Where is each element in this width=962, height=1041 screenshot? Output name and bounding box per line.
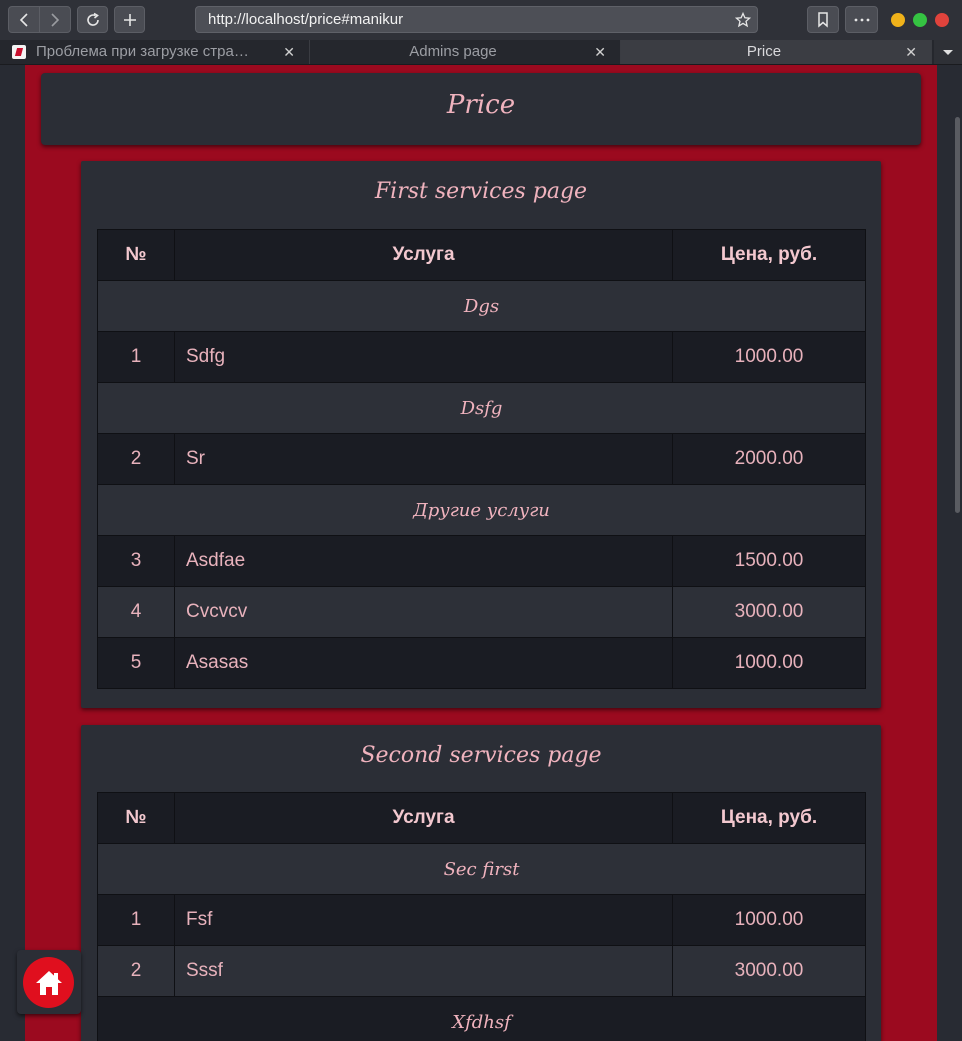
tab-close-icon[interactable]: ✕: [283, 40, 295, 64]
service-price: 1500.00: [672, 535, 866, 587]
tab-close-icon[interactable]: ✕: [905, 40, 917, 64]
category-row: Xfdhsf: [97, 996, 866, 1041]
service-name: Sssf: [174, 945, 673, 997]
table-row: 5 Asasas 1000.00: [97, 637, 866, 689]
row-number: 2: [97, 945, 175, 997]
table-row: 2 Sr 2000.00: [97, 433, 866, 485]
section-title: First services page: [374, 179, 588, 204]
row-number: 3: [97, 535, 175, 587]
forward-button[interactable]: [39, 6, 71, 33]
table-row: 4 Cvcvcv 3000.00: [97, 586, 866, 638]
category-row: Sec first: [97, 843, 866, 895]
home-button[interactable]: [17, 950, 81, 1014]
home-button-circle[interactable]: [23, 957, 74, 1008]
table-row: 2 Sssf 3000.00: [97, 945, 866, 997]
category-row: Dgs: [97, 280, 866, 332]
more-dots-icon: [854, 18, 869, 21]
new-tab-button[interactable]: [114, 6, 145, 33]
category-title: Xfdhsf: [97, 996, 866, 1041]
site-favicon-icon: [12, 45, 26, 59]
url-text: http://localhost/price#manikur: [208, 11, 404, 28]
table-row: 1 Sdfg 1000.00: [97, 331, 866, 383]
window-close-button[interactable]: [935, 13, 949, 27]
page-viewport: Price First services page № Услуга Цена,…: [0, 65, 962, 1041]
price-table: № Услуга Цена, руб. Dgs 1 Sdfg 1000.00 D…: [97, 229, 866, 689]
services-section-second: Second services page № Услуга Цена, руб.…: [81, 725, 881, 1041]
service-name: Fsf: [174, 894, 673, 946]
service-name: Asdfae: [174, 535, 673, 587]
row-number: 2: [97, 433, 175, 485]
service-name: Sdfg: [174, 331, 673, 383]
services-section-first: First services page № Услуга Цена, руб. …: [81, 161, 881, 708]
category-title: Dgs: [97, 280, 866, 332]
table-row: 1 Fsf 1000.00: [97, 894, 866, 946]
table-header-row: № Услуга Цена, руб.: [97, 229, 866, 281]
tab-strip: Проблема при загрузке стра… ✕ Admins pag…: [0, 40, 962, 65]
home-icon: [35, 970, 62, 995]
menu-button[interactable]: [845, 6, 878, 33]
category-row: Dsfg: [97, 382, 866, 434]
page-title: Price: [446, 90, 516, 120]
browser-toolbar: http://localhost/price#manikur: [0, 0, 962, 41]
tab-label: Price: [746, 43, 782, 60]
service-price: 3000.00: [672, 586, 866, 638]
plus-icon: [123, 13, 136, 26]
category-title: Другие услуги: [97, 484, 866, 536]
category-title: Dsfg: [97, 382, 866, 434]
scrollbar[interactable]: [955, 117, 960, 513]
row-number: 4: [97, 586, 175, 638]
window-minimize-button[interactable]: [891, 13, 905, 27]
tab-admins-page[interactable]: Admins page ✕: [310, 40, 621, 64]
service-name: Asasas: [174, 637, 673, 689]
column-header-service: Услуга: [174, 229, 673, 281]
tab-price[interactable]: Price ✕: [621, 40, 932, 64]
service-price: 1000.00: [672, 331, 866, 383]
chevron-right-icon: [51, 12, 60, 27]
table-header-row: № Услуга Цена, руб.: [97, 792, 866, 844]
column-header-number: №: [97, 792, 175, 844]
row-number: 1: [97, 331, 175, 383]
row-number: 5: [97, 637, 175, 689]
bookmark-star-icon[interactable]: [734, 11, 752, 36]
column-header-price: Цена, руб.: [672, 792, 866, 844]
reload-button[interactable]: [77, 6, 108, 33]
table-row: 3 Asdfae 1500.00: [97, 535, 866, 587]
service-name: Cvcvcv: [174, 586, 673, 638]
service-name: Sr: [174, 433, 673, 485]
address-bar[interactable]: http://localhost/price#manikur: [195, 6, 758, 33]
reload-icon: [86, 12, 99, 26]
tab-close-icon[interactable]: ✕: [594, 40, 606, 64]
category-title: Sec first: [97, 843, 866, 895]
back-button[interactable]: [8, 6, 40, 33]
service-price: 3000.00: [672, 945, 866, 997]
tab-list-dropdown[interactable]: [934, 40, 962, 64]
price-table: № Услуга Цена, руб. Sec first 1 Fsf 1000…: [97, 792, 866, 1041]
service-price: 1000.00: [672, 637, 866, 689]
column-header-price: Цена, руб.: [672, 229, 866, 281]
tab-error-page[interactable]: Проблема при загрузке стра… ✕: [0, 40, 310, 64]
chevron-left-icon: [19, 12, 28, 27]
window-maximize-button[interactable]: [913, 13, 927, 27]
page-header: Price: [41, 73, 921, 145]
row-number: 1: [97, 894, 175, 946]
column-header-service: Услуга: [174, 792, 673, 844]
tab-label: Проблема при загрузке стра…: [36, 43, 249, 60]
category-row: Другие услуги: [97, 484, 866, 536]
section-title: Second services page: [360, 743, 602, 768]
column-header-number: №: [97, 229, 175, 281]
bookmarks-button[interactable]: [807, 6, 839, 33]
service-price: 2000.00: [672, 433, 866, 485]
bookmark-icon: [818, 11, 828, 28]
service-price: 1000.00: [672, 894, 866, 946]
tab-label: Admins page: [409, 43, 497, 60]
